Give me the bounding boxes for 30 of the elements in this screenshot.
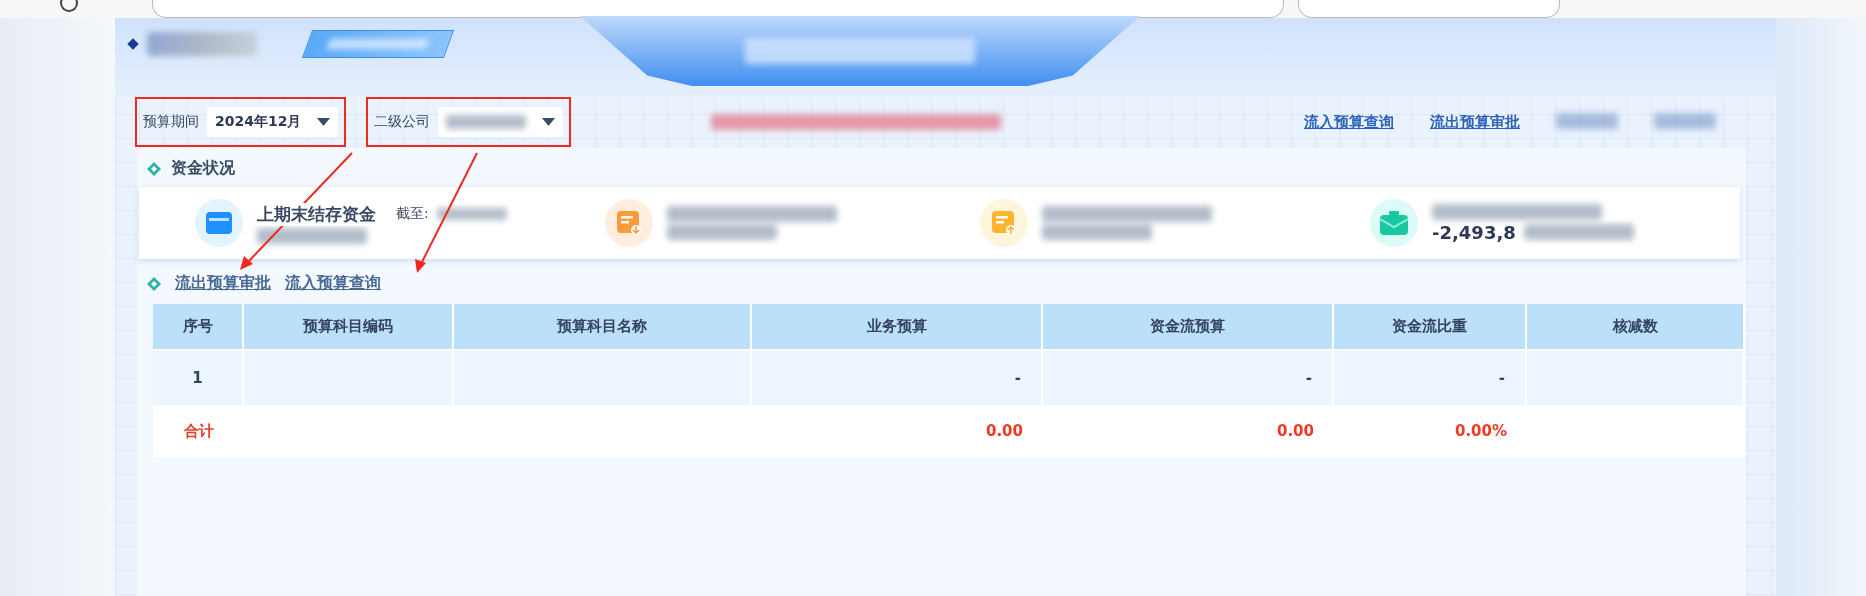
blurred-patch [436, 208, 507, 220]
section-title: 资金状况 [171, 158, 235, 179]
select-field[interactable]: 2024年12月 [207, 107, 339, 137]
total-cell: 0.00 [1277, 422, 1314, 440]
stat-note: 截至: [396, 205, 429, 223]
caret-icon [317, 118, 331, 126]
filter-label: 预算期间 [143, 113, 199, 131]
column-header: 序号 [153, 304, 244, 349]
column-header: 资金流预算 [1043, 304, 1334, 349]
total-cell: 0.00 [986, 422, 1023, 440]
filter-label: 二级公司 [374, 113, 431, 131]
column-header: 资金流比重 [1334, 304, 1527, 349]
column-header: 业务预算 [752, 304, 1043, 349]
stat-value: -2,493,8 [1432, 221, 1516, 243]
column-header: 预算科目名称 [454, 304, 752, 349]
nav-link[interactable]: 流入预算查询 [1304, 112, 1394, 132]
caret-icon [542, 118, 556, 126]
link[interactable]: 流出预算审批 [175, 273, 271, 294]
nav-link[interactable]: 流出预算审批 [1430, 112, 1520, 132]
select-field[interactable] [438, 107, 564, 137]
nav-link[interactable] [1556, 112, 1618, 129]
total-cell: 0.00% [1454, 422, 1507, 440]
nav-link[interactable] [1654, 112, 1716, 129]
diamond-icon [147, 161, 161, 176]
stat-label: 上期末结存资金 [257, 202, 376, 226]
total-cell: 合计 [183, 421, 214, 441]
column-header: 核减数 [1527, 304, 1745, 349]
diamond-icon [147, 276, 161, 291]
link[interactable]: 流入预算查询 [285, 273, 381, 294]
column-header: 预算科目编码 [244, 304, 454, 349]
